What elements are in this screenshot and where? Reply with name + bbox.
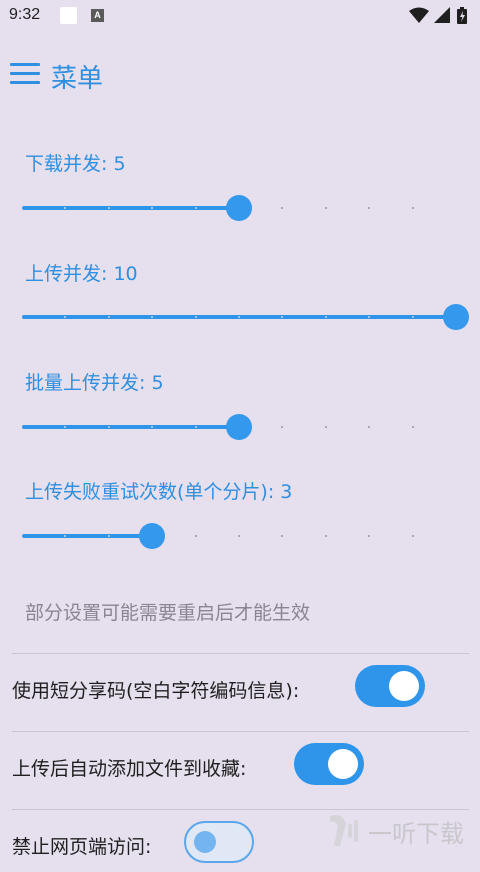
slider-tick	[411, 426, 414, 428]
slider-active-track	[22, 425, 239, 429]
slider-tick	[238, 535, 240, 537]
switch-knob	[194, 831, 216, 853]
slider-thumb[interactable]	[226, 414, 252, 440]
download-concurrency-label: 下载并发: 5	[25, 153, 126, 175]
slider-thumb[interactable]	[139, 523, 166, 549]
restart-note: 部分设置可能需要重启后才能生效	[25, 602, 311, 624]
slider-tick	[107, 426, 110, 428]
watermark: 一听下载	[322, 806, 480, 853]
upload-retry-count-label: 上传失败重试次数(单个分片): 3	[25, 481, 293, 503]
upload-concurrency-slider[interactable]	[22, 303, 469, 331]
status-time: 9:32	[9, 6, 41, 23]
status-bar: 9:32 A	[0, 0, 480, 34]
slider-tick	[194, 535, 197, 537]
divider	[12, 653, 469, 654]
upload-concurrency-label: 上传并发: 10	[25, 263, 138, 285]
slider-active-track	[22, 206, 239, 210]
notification-icon	[60, 7, 77, 24]
slider-tick	[324, 426, 327, 428]
auto-favorite-label: 上传后自动添加文件到收藏:	[12, 758, 247, 780]
slider-active-track	[22, 534, 153, 538]
batch-upload-concurrency-label: 批量上传并发: 5	[25, 372, 164, 394]
slider-tick	[107, 316, 110, 318]
app-bar: 菜单	[0, 52, 480, 98]
slider-tick	[281, 207, 284, 209]
system-status-icons	[409, 7, 467, 24]
cell-signal-icon	[434, 7, 450, 23]
slider-tick	[194, 426, 197, 428]
slider-tick	[324, 535, 327, 537]
slider-tick	[368, 207, 371, 209]
listen-logo-icon	[330, 815, 358, 846]
slider-tick	[194, 316, 197, 318]
divider	[12, 731, 469, 732]
upload-retry-count-slider[interactable]	[22, 522, 456, 550]
disable-web-access-label: 禁止网页端访问:	[12, 836, 152, 858]
slider-tick	[194, 207, 197, 209]
slider-tick	[324, 316, 327, 318]
slider-tick	[281, 426, 284, 428]
slider-tick	[238, 316, 240, 318]
slider-tick	[368, 535, 371, 537]
hamburger-menu-icon[interactable]	[10, 63, 40, 85]
slider-tick	[411, 535, 414, 537]
slider-tick	[411, 207, 414, 209]
auto-favorite-switch[interactable]	[294, 743, 364, 785]
slider-tick	[411, 316, 414, 318]
battery-icon	[457, 7, 467, 24]
slider-thumb[interactable]	[226, 195, 252, 221]
short-share-code-switch[interactable]	[355, 665, 425, 707]
slider-tick	[324, 207, 327, 209]
short-share-code-label: 使用短分享码(空白字符编码信息):	[12, 680, 300, 702]
auto-favorite-row: 上传后自动添加文件到收藏:	[0, 734, 480, 794]
slider-tick	[368, 426, 371, 428]
disable-web-access-switch[interactable]	[184, 821, 254, 863]
page-title: 菜单	[51, 64, 104, 94]
slider-tick	[107, 535, 110, 537]
slider-tick	[107, 207, 110, 209]
short-share-code-row: 使用短分享码(空白字符编码信息):	[0, 656, 480, 716]
wifi-icon	[409, 7, 429, 23]
switch-knob	[389, 671, 419, 701]
batch-upload-concurrency-slider[interactable]	[22, 413, 456, 441]
slider-thumb[interactable]	[443, 304, 469, 330]
a-notification-icon: A	[91, 9, 104, 22]
slider-tick	[281, 535, 284, 537]
switch-knob	[328, 749, 358, 779]
download-concurrency-slider[interactable]	[22, 194, 456, 222]
watermark-text: 一听下载	[368, 820, 464, 848]
